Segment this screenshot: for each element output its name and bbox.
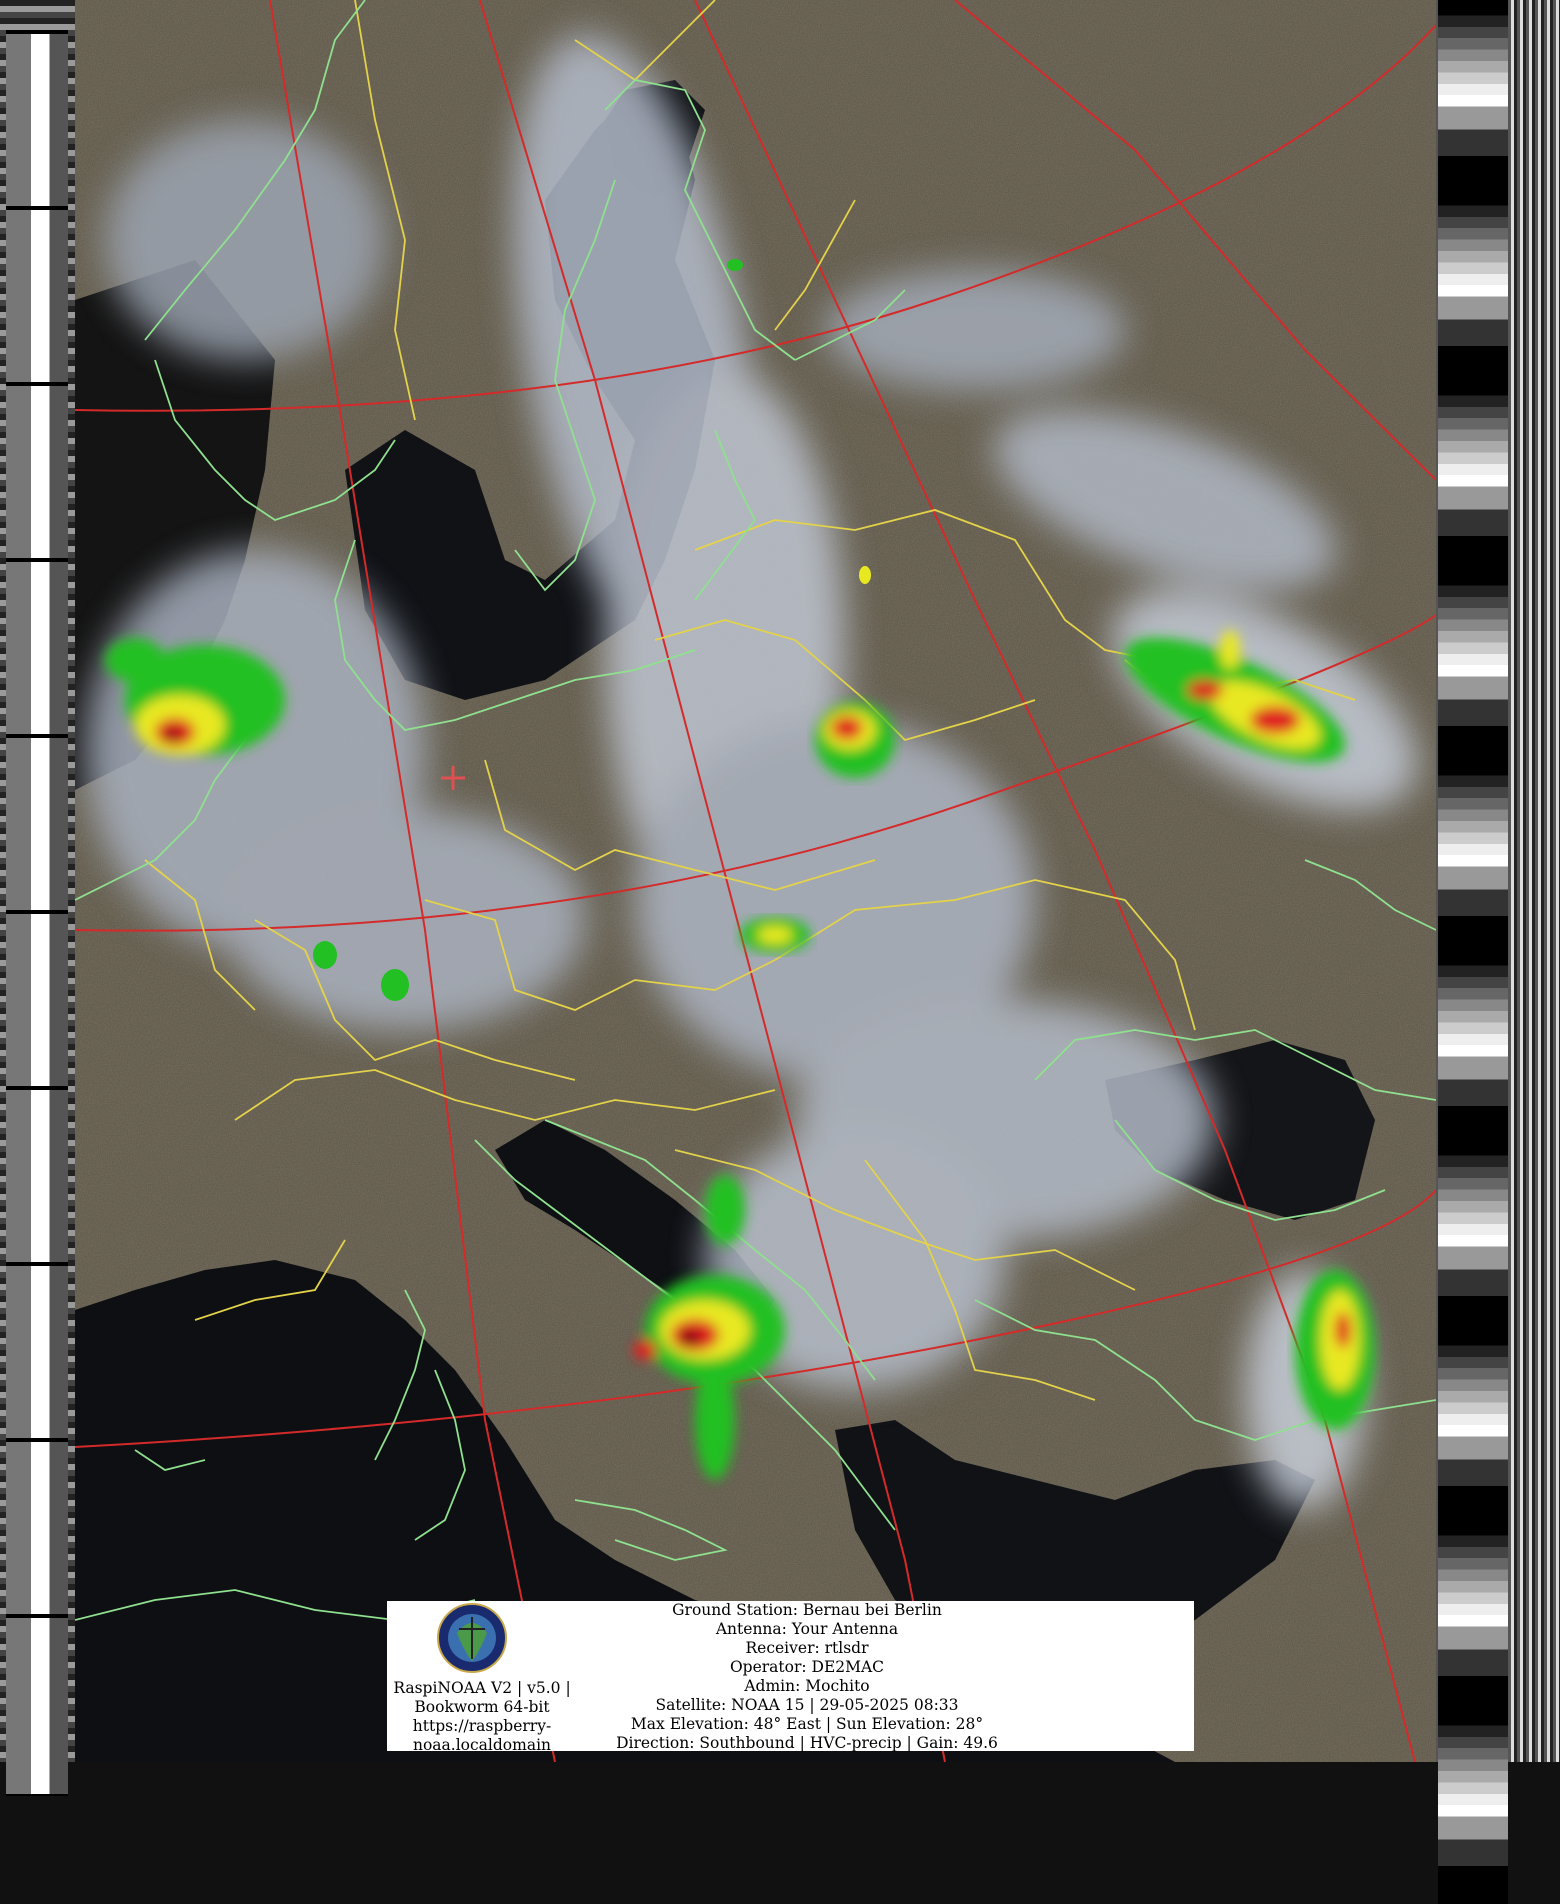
- left-telemetry-strip: [0, 0, 75, 1796]
- telemetry-frame: [6, 1086, 68, 1268]
- precip-spot: [859, 566, 871, 584]
- calibration-wedge: [1438, 950, 1508, 1144]
- calibration-wedge: [1438, 570, 1508, 764]
- antenna-text: Antenna: Your Antenna: [715, 1620, 899, 1638]
- precip-spot: [381, 969, 409, 1001]
- ground-station-text: Ground Station: Bernau bei Berlin: [672, 1601, 942, 1619]
- precip-spot: [727, 259, 743, 271]
- elevation-text: Max Elevation: 48° East | Sun Elevation:…: [630, 1715, 984, 1733]
- raspinoaa-logo-icon: [437, 1603, 507, 1673]
- admin-text: Admin: Mochito: [744, 1677, 870, 1695]
- calibration-wedge: [1438, 1520, 1508, 1714]
- telemetry-frame: [6, 1438, 68, 1620]
- telemetry-frame: [6, 206, 68, 388]
- direction-text: Direction: Southbound | HVC-precip | Gai…: [616, 1734, 998, 1752]
- telemetry-frame: [6, 30, 68, 212]
- telemetry-frame: [6, 558, 68, 740]
- telemetry-frame: [6, 734, 68, 916]
- telemetry-frame: [6, 382, 68, 564]
- storm-cell-slovakia: [740, 917, 810, 953]
- calibration-wedge: [1438, 1710, 1508, 1904]
- storm-cell-turkey: [1295, 1270, 1375, 1430]
- info-box: RaspiNOAA V2 | v5.0 | Bookworm 64-bit ht…: [387, 1601, 1194, 1754]
- station-info-line: noaa.localdomain: [412, 1736, 552, 1754]
- storm-cell-poland: [815, 702, 895, 778]
- calibration-wedge: [1438, 190, 1508, 384]
- operator-text: Operator: DE2MAC: [729, 1658, 885, 1676]
- satellite-text: Satellite: NOAA 15 | 29-05-2025 08:33: [655, 1696, 959, 1714]
- calibration-wedge: [1438, 0, 1508, 194]
- precip-spot: [313, 941, 337, 969]
- map-canvas: [75, 0, 1436, 1762]
- station-info-line: RaspiNOAA V2 | v5.0 |: [393, 1679, 571, 1697]
- station-info-line: Bookworm 64-bit: [414, 1698, 550, 1716]
- calibration-wedge: [1438, 1330, 1508, 1524]
- right-telemetry-strip: [1436, 0, 1560, 1904]
- calibration-wedge: [1438, 380, 1508, 574]
- receiver-text: Receiver: rtlsdr: [745, 1639, 869, 1657]
- satellite-map: [75, 0, 1436, 1762]
- calibration-wedge: [1438, 760, 1508, 954]
- calibration-wedge: [1438, 1140, 1508, 1334]
- station-info: RaspiNOAA V2 | v5.0 | Bookworm 64-bit ht…: [387, 1679, 577, 1755]
- telemetry-frame: [6, 1262, 68, 1444]
- telemetry-frame: [6, 1614, 68, 1796]
- station-info-line: https://raspberry-: [412, 1717, 552, 1735]
- telemetry-frame: [6, 910, 68, 1092]
